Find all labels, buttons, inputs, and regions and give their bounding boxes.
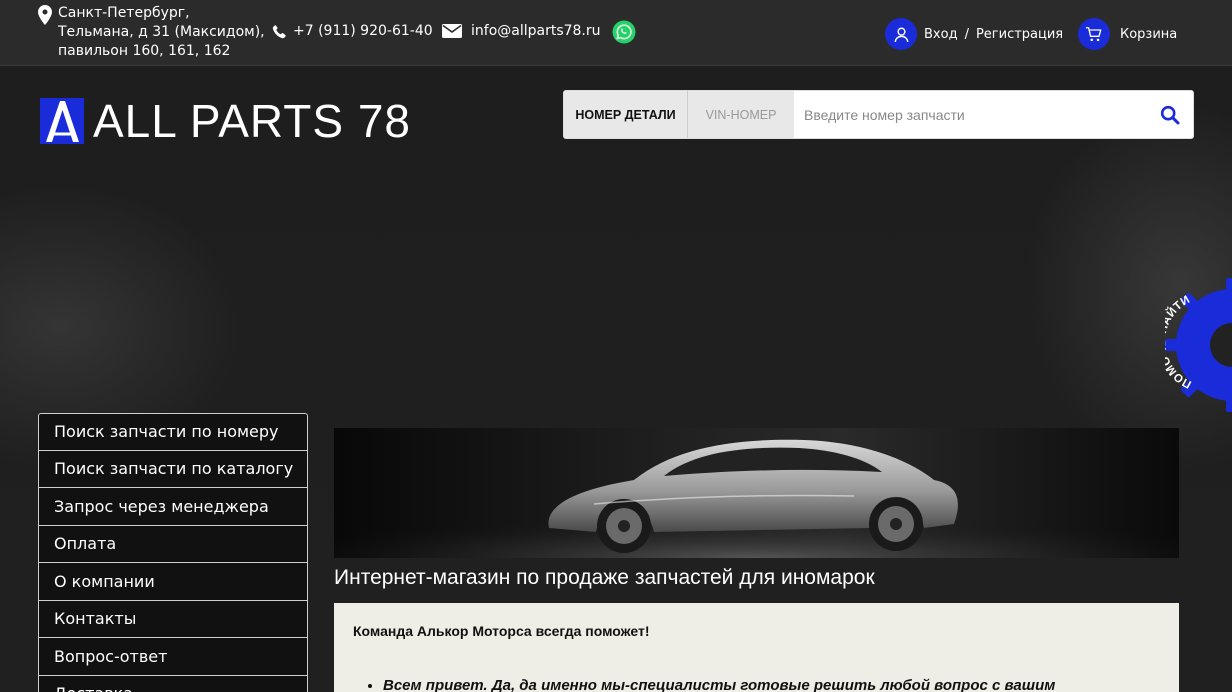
address-line-3: павильон 160, 161, 162 (58, 43, 231, 59)
envelope-icon (442, 24, 462, 38)
help-find-badge[interactable]: ПОМОЧЬ НАЙТИ (1165, 278, 1232, 412)
cart-link[interactable]: Корзина (1078, 18, 1177, 50)
sidebar-menu: Поиск запчасти по номеру Поиск запчасти … (38, 413, 308, 692)
search-input[interactable] (794, 91, 1147, 138)
menu-item-faq[interactable]: Вопрос-ответ (38, 638, 308, 676)
phone-icon (272, 24, 286, 38)
address-line-1: Санкт-Петербург, (58, 5, 190, 21)
tab-part-number[interactable]: НОМЕР ДЕТАЛИ (564, 91, 688, 138)
phone-link[interactable]: +7 (911) 920-61-40 (272, 23, 433, 39)
logo-mark-icon (40, 98, 84, 144)
site-logo[interactable]: ALL PARTS 78 (40, 98, 411, 144)
top-bar: Санкт-Петербург, Тельмана, д 31 (Максидо… (0, 0, 1232, 66)
email-link[interactable]: info@allparts78.ru (442, 23, 601, 39)
login-link[interactable]: Вход (924, 27, 958, 42)
search-bar: НОМЕР ДЕТАЛИ VIN-НОМЕР (563, 90, 1194, 139)
cart-label: Корзина (1120, 26, 1178, 42)
register-link[interactable]: Регистрация (976, 27, 1063, 42)
content-bullet: Всем привет. Да, да именно мы-специалист… (383, 677, 1160, 692)
menu-item-payment[interactable]: Оплата (38, 525, 308, 563)
menu-item-search-by-number[interactable]: Поиск запчасти по номеру (38, 413, 308, 451)
login-register: Вход / Регистрация (885, 18, 1063, 50)
page-headline: Интернет-магазин по продаже запчастей дл… (334, 566, 875, 589)
search-icon (1160, 105, 1180, 124)
search-button[interactable] (1147, 91, 1193, 138)
content-lead: Команда Алькор Моторса всегда поможет! (353, 623, 650, 639)
menu-item-contacts[interactable]: Контакты (38, 600, 308, 638)
tab-vin-number[interactable]: VIN-НОМЕР (688, 91, 794, 138)
menu-item-delivery[interactable]: Доставка (38, 675, 308, 692)
phone-number: +7 (911) 920-61-40 (293, 23, 433, 39)
user-icon[interactable] (885, 18, 917, 50)
content-panel: Команда Алькор Моторса всегда поможет! В… (334, 603, 1179, 692)
address-block: Санкт-Петербург, Тельмана, д 31 (Максидо… (38, 4, 265, 61)
menu-item-search-by-catalog[interactable]: Поиск запчасти по каталогу (38, 450, 308, 488)
map-pin-icon (38, 5, 52, 25)
login-separator: / (964, 26, 969, 42)
logo-text: ALL PARTS 78 (93, 95, 411, 147)
hero-banner-image (334, 428, 1179, 558)
whatsapp-icon[interactable] (612, 20, 636, 44)
email-address: info@allparts78.ru (471, 23, 601, 39)
address-line-2: Тельмана, д 31 (Максидом), (58, 24, 265, 40)
menu-item-about[interactable]: О компании (38, 563, 308, 601)
cart-icon (1078, 18, 1110, 50)
menu-item-manager-request[interactable]: Запрос через менеджера (38, 488, 308, 526)
